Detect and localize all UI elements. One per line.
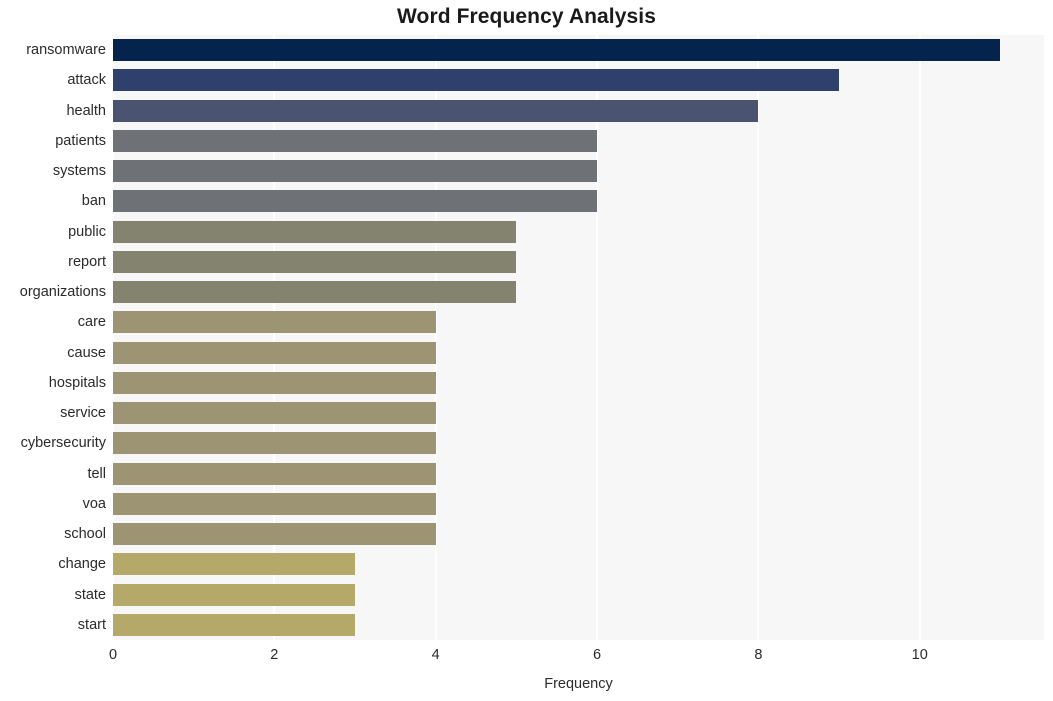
y-tick-label-change: change <box>58 556 106 573</box>
x-tick-label-10: 10 <box>911 647 928 663</box>
y-tick-label-ransomware: ransomware <box>26 42 106 59</box>
word-frequency-bar-chart: Word Frequency Analysis ransomware attack… <box>0 0 1053 701</box>
y-tick-label-health: health <box>66 102 106 119</box>
y-tick-label-voa: voa <box>82 495 106 512</box>
chart-title: Word Frequency Analysis <box>396 5 657 28</box>
x-tick-label-0: 0 <box>108 647 118 663</box>
x-tick-label-8: 8 <box>754 647 763 663</box>
x-tick-label-2: 2 <box>270 647 279 663</box>
x-tick-label-4: 4 <box>431 647 440 663</box>
y-tick-label-service: service <box>60 405 106 422</box>
y-tick-label-tell: tell <box>87 465 106 482</box>
x-axis-title: Frequency <box>544 676 613 692</box>
y-tick-label-patients: patients <box>55 132 106 149</box>
y-tick-label-start: start <box>77 616 106 633</box>
y-tick-label-attack: attack <box>67 72 106 89</box>
y-tick-label-state: state <box>74 586 106 603</box>
x-tick-label-6: 6 <box>593 647 602 663</box>
y-axis-tick-labels: ransomware attack health patients systems ban… <box>0 35 1053 640</box>
y-tick-label-report: report <box>68 253 106 270</box>
y-tick-label-care: care <box>77 314 106 331</box>
y-tick-label-cause: cause <box>67 344 106 361</box>
x-axis-tick-labels: 0 2 4 6 8 10 <box>0 648 1053 670</box>
y-tick-label-public: public <box>68 223 106 240</box>
y-tick-label-hospitals: hospitals <box>48 374 106 391</box>
y-tick-label-ban: ban <box>81 193 106 210</box>
y-tick-label-organizations: organizations <box>19 284 106 301</box>
y-tick-label-school: school <box>64 526 106 543</box>
y-tick-label-systems: systems <box>52 163 106 180</box>
y-tick-label-cybersecurity: cybersecurity <box>20 435 106 452</box>
